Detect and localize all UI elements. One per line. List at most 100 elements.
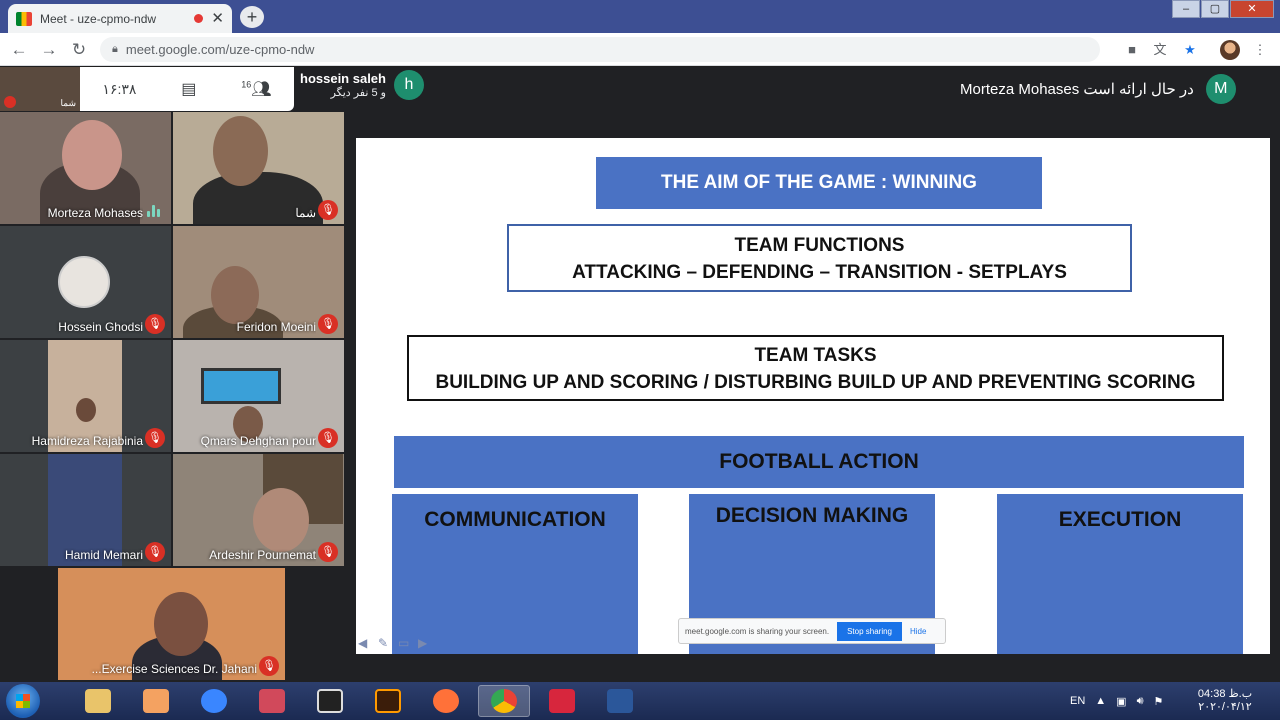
participant-tile[interactable]: Qmars Dehghan pour 🎙︎ xyxy=(173,340,344,452)
browser-toolbar: ← → ↻ 🔒︎ meet.google.com/uze-cpmo-ndw ■ … xyxy=(0,33,1280,66)
firefox-taskbar-icon[interactable] xyxy=(420,685,472,717)
team-functions-list: ATTACKING – DEFENDING – TRANSITION - SET… xyxy=(572,262,1067,283)
participant-tile[interactable]: ...Exercise Sciences Dr. Jahani 🎙︎ xyxy=(58,568,285,680)
tab-title: Meet - uze-cpmo-ndw xyxy=(40,11,157,26)
presenting-banner: Morteza Mohases در حال ارائه است M xyxy=(960,74,1236,104)
mic-off-icon: 🎙︎ xyxy=(145,542,165,562)
speaker-chip-text: hossein saleh و 5 نفر دیگر xyxy=(300,71,386,99)
speaker-others: و 5 نفر دیگر xyxy=(330,87,386,99)
app-321-taskbar-icon[interactable] xyxy=(304,685,356,717)
mic-off-icon xyxy=(4,96,16,108)
powerpoint-viewer-taskbar-icon[interactable] xyxy=(246,685,298,717)
self-preview[interactable]: شما xyxy=(0,67,80,111)
team-tasks-title: TEAM TASKS xyxy=(754,345,877,366)
forward-icon[interactable]: → xyxy=(38,39,60,61)
participant-tile[interactable]: Morteza Mohases xyxy=(0,112,171,224)
presenter-avatar: M xyxy=(1205,74,1236,104)
windows-taskbar: EN ▲ ▣ 🔊︎ ⚑ 04:38 ب.ظ ۲۰۲۰/۰۴/۱۲ xyxy=(0,682,1280,720)
tab-close-button[interactable]: ✕ xyxy=(211,11,224,26)
chrome-taskbar-icon[interactable] xyxy=(478,685,530,717)
previous-slide-icon[interactable]: ◀ xyxy=(358,636,374,650)
participant-tile[interactable]: Hossein Ghodsi 🎙︎ xyxy=(0,226,171,338)
participant-name: Hamidreza Rajabinia xyxy=(31,434,143,448)
language-indicator[interactable]: EN xyxy=(1070,695,1085,707)
participant-tile[interactable]: Hamid Memari 🎙︎ xyxy=(0,454,171,566)
window-controls: ‒ ▢ ✕ xyxy=(1172,0,1274,18)
internet-explorer-taskbar-icon[interactable] xyxy=(188,685,240,717)
aim-banner: THE AIM OF THE GAME : WINNING xyxy=(596,157,1042,209)
hide-button[interactable]: Hide xyxy=(910,627,926,636)
meeting-info-bar: ۱۶:۳۸ ▤ 16👥︎ xyxy=(80,67,294,111)
meet-favicon-icon xyxy=(16,11,32,26)
translate-icon[interactable]: 文 xyxy=(1150,40,1170,60)
meeting-clock: ۱۶:۳۸ xyxy=(102,80,137,97)
menu-dots-icon[interactable]: ⋮ xyxy=(1250,40,1270,60)
shared-slide: THE AIM OF THE GAME : WINNING TEAM FUNCT… xyxy=(356,138,1270,654)
participant-name: Feridon Moeini xyxy=(236,320,316,334)
close-window-button[interactable]: ✕ xyxy=(1230,0,1274,18)
mic-off-icon: 🎙︎ xyxy=(318,428,338,448)
team-tasks-list: BUILDING UP AND SCORING / DISTURBING BUI… xyxy=(435,372,1196,393)
share-notice-text: meet.google.com is sharing your screen. xyxy=(685,626,830,636)
profile-avatar[interactable] xyxy=(1220,40,1240,60)
new-tab-button[interactable]: + xyxy=(240,6,264,28)
lock-icon: 🔒︎ xyxy=(112,43,118,55)
browser-tab-strip: Meet - uze-cpmo-ndw ✕ + ‒ ▢ ✕ xyxy=(0,0,1280,33)
address-bar[interactable]: 🔒︎ meet.google.com/uze-cpmo-ndw xyxy=(100,37,1100,62)
speaker-name: hossein saleh xyxy=(300,71,386,86)
execution-box: EXECUTION xyxy=(997,494,1243,654)
participant-name: Morteza Mohases xyxy=(47,206,143,220)
word-taskbar-icon[interactable] xyxy=(594,685,646,717)
explorer-taskbar-icon[interactable] xyxy=(72,685,124,717)
volume-icon[interactable]: 🔊︎ xyxy=(1137,695,1144,708)
slide-menu-icon[interactable]: ▭ xyxy=(398,636,414,650)
reload-icon[interactable]: ↻ xyxy=(68,39,90,61)
tray-expand-icon[interactable]: ▲ xyxy=(1095,695,1106,707)
football-action-banner: FOOTBALL ACTION xyxy=(394,436,1244,488)
minimize-button[interactable]: ‒ xyxy=(1172,0,1200,18)
participant-tile[interactable]: Ardeshir Pournemat 🎙︎ xyxy=(173,454,344,566)
participant-count: 16 xyxy=(241,79,252,90)
recording-dot-icon xyxy=(194,14,204,23)
participants-button[interactable]: 16👥︎ xyxy=(241,79,271,99)
participant-tile[interactable]: Feridon Moeini 🎙︎ xyxy=(173,226,344,338)
speaker-avatar: h xyxy=(393,70,424,100)
illustrator-taskbar-icon[interactable] xyxy=(362,685,414,717)
speaker-chip[interactable]: hossein saleh و 5 نفر دیگر h xyxy=(300,70,424,100)
communication-box: COMMUNICATION xyxy=(392,494,638,654)
participant-name: Qmars Dehghan pour xyxy=(200,434,316,448)
acrobat-taskbar-icon[interactable] xyxy=(536,685,588,717)
flag-icon[interactable]: ⚑ xyxy=(1154,695,1164,708)
maximize-button[interactable]: ▢ xyxy=(1201,0,1229,18)
bookmark-star-icon[interactable]: ★ xyxy=(1180,40,1200,60)
start-button[interactable] xyxy=(6,684,40,718)
participant-tile[interactable]: شما 🎙︎ xyxy=(173,112,344,224)
next-slide-icon[interactable]: ▶ xyxy=(418,636,434,650)
team-functions-title: TEAM FUNCTIONS xyxy=(734,235,905,256)
system-tray: EN ▲ ▣ 🔊︎ ⚑ xyxy=(1070,682,1163,720)
mic-off-icon: 🎙︎ xyxy=(318,314,338,334)
screen-share-notice: meet.google.com is sharing your screen. … xyxy=(678,618,946,644)
team-tasks-box: TEAM TASKS BUILDING UP AND SCORING / DIS… xyxy=(407,335,1224,401)
participant-name: Hamid Memari xyxy=(64,548,143,562)
browser-tab[interactable]: Meet - uze-cpmo-ndw ✕ xyxy=(8,4,232,33)
mic-off-icon: 🎙︎ xyxy=(145,428,165,448)
url-text: meet.google.com/uze-cpmo-ndw xyxy=(125,42,315,57)
mic-off-icon: 🎙︎ xyxy=(259,656,279,676)
pen-icon[interactable]: ✎ xyxy=(378,636,394,650)
chat-icon[interactable]: ▤ xyxy=(181,79,196,99)
participant-name: شما xyxy=(295,206,316,220)
mic-off-icon: 🎙︎ xyxy=(145,314,165,334)
network-icon[interactable]: ▣ xyxy=(1116,695,1126,708)
system-clock[interactable]: 04:38 ب.ظ ۲۰۲۰/۰۴/۱۲ xyxy=(1195,688,1255,714)
stop-sharing-button[interactable]: Stop sharing xyxy=(837,621,902,641)
camera-icon[interactable]: ■ xyxy=(1122,40,1142,60)
slide-controls: ◀ ✎ ▭ ▶ xyxy=(358,636,434,650)
clock-time: 04:38 ب.ظ xyxy=(1197,688,1253,700)
presenting-text: Morteza Mohases در حال ارائه است xyxy=(960,81,1194,98)
back-icon[interactable]: ← xyxy=(8,39,30,61)
participant-tile[interactable]: Hamidreza Rajabinia 🎙︎ xyxy=(0,340,171,452)
participant-name: ...Exercise Sciences Dr. Jahani xyxy=(91,662,257,676)
mic-off-icon: 🎙︎ xyxy=(318,200,338,220)
media-player-taskbar-icon[interactable] xyxy=(130,685,182,717)
